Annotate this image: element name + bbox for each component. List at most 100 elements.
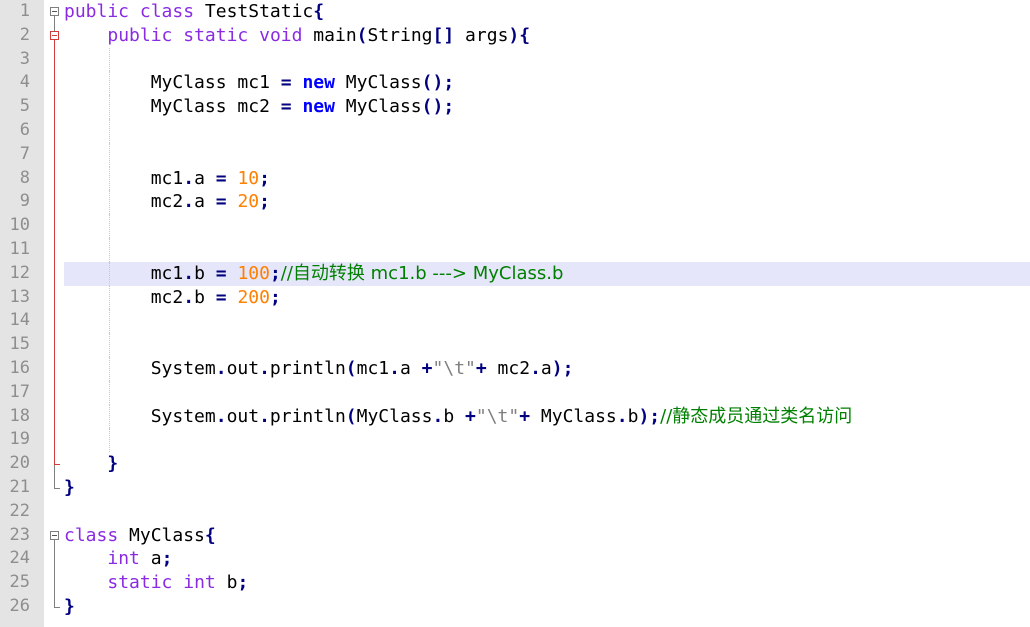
line-number: 2 (19, 24, 30, 45)
code-line[interactable]: 6 (0, 118, 1030, 143)
code-line[interactable]: 13 mc2.b = 200; (0, 285, 1030, 310)
code-token: 200 (237, 286, 270, 308)
code-token: b (215, 572, 238, 594)
code-text: } (64, 595, 75, 619)
code-text: System.out.println(MyClass.b +"\t"+ MyCl… (64, 405, 853, 429)
code-token: println (269, 357, 346, 379)
line-number: 21 (9, 476, 30, 497)
code-token: MyClass (356, 405, 433, 427)
code-token: MyClass mc2 (64, 96, 281, 118)
code-line[interactable]: 1 public class TestStatic{ (0, 0, 1030, 24)
code-token: a (399, 357, 422, 379)
code-line[interactable]: 9 mc2.a = 20; (0, 190, 1030, 215)
code-token: ( (345, 357, 357, 379)
code-token: "\t" (475, 405, 520, 427)
code-line[interactable]: 19 (0, 428, 1030, 453)
code-token: ; (161, 548, 173, 570)
code-token: int (107, 548, 140, 570)
code-line[interactable]: 17 (0, 380, 1030, 405)
code-line[interactable]: 20 } (0, 452, 1030, 476)
code-line[interactable]: 24 int a; (0, 547, 1030, 571)
code-token: . (259, 357, 270, 379)
code-line[interactable]: 14 (0, 309, 1030, 334)
code-token: = (280, 72, 292, 94)
code-line[interactable]: 2 public static void main(String[] args)… (0, 24, 1030, 48)
code-token: ; (259, 191, 270, 213)
code-text: int a; (64, 547, 172, 571)
line-number: 1 (19, 1, 30, 21)
code-token: void (259, 24, 303, 46)
code-token: b (443, 405, 466, 427)
code-token: mc1 (64, 167, 184, 189)
code-token: ); (638, 405, 661, 427)
fold-toggle-icon[interactable] (50, 30, 59, 40)
code-token: } (64, 595, 75, 617)
fold-toggle-icon[interactable] (50, 530, 59, 540)
code-line[interactable]: 3 (0, 47, 1030, 72)
code-line[interactable]: 25 static int b; (0, 571, 1030, 595)
code-token: new (302, 96, 335, 118)
code-token: ); (551, 357, 574, 379)
code-token: . (259, 405, 270, 427)
code-text: System.out.println(mc1.a +"\t"+ mc2.a); (64, 357, 574, 381)
code-line[interactable]: 15 (0, 333, 1030, 357)
code-line[interactable]: 4 MyClass mc1 = new MyClass(); (0, 71, 1030, 96)
line-number: 25 (9, 572, 30, 593)
code-line[interactable]: 16 System.out.println(mc1.a +"\t"+ mc2.a… (0, 356, 1030, 381)
code-text: MyClass mc2 = new MyClass(); (64, 95, 454, 119)
code-token: ; (269, 286, 281, 308)
line-number: 20 (9, 453, 30, 474)
code-line[interactable]: 7 (0, 142, 1030, 167)
indent-guide (109, 333, 111, 357)
code-token: ; (269, 262, 281, 284)
indent-guide (109, 118, 111, 143)
code-token: a (139, 548, 162, 570)
code-token: b (627, 405, 639, 427)
indent-guide (109, 47, 111, 72)
code-token: out (226, 357, 260, 379)
indent-guide (109, 428, 111, 453)
code-token: println (269, 405, 346, 427)
code-line[interactable]: 8 mc1.a = 10; (0, 166, 1030, 191)
code-token: ( (356, 24, 368, 46)
code-token: mc2 (64, 286, 184, 308)
code-token: b (194, 286, 216, 308)
fold-toggle-icon[interactable] (50, 7, 59, 16)
code-line[interactable]: 22 (0, 500, 1030, 524)
fold-line (54, 539, 55, 607)
fold-line (54, 39, 55, 465)
code-token: (); (421, 96, 455, 118)
code-text: mc1.b = 100;//自动转换 mc1.b ---> MyClass.b (64, 262, 564, 286)
code-line[interactable]: 18 System.out.println(MyClass.b +"\t"+ M… (0, 404, 1030, 429)
code-line[interactable]: 21} (0, 476, 1030, 500)
code-editor[interactable]: 1 public class TestStatic{2 public static… (0, 0, 1030, 627)
code-token: out (226, 405, 260, 427)
code-token: . (183, 167, 195, 189)
code-token: 20 (237, 191, 260, 213)
code-token: { (204, 524, 216, 546)
code-text: public class TestStatic{ (64, 0, 324, 24)
line-number: 5 (19, 96, 30, 117)
code-line[interactable]: 10 (0, 214, 1030, 238)
code-text: MyClass mc1 = new MyClass(); (64, 71, 454, 95)
code-line[interactable]: 26} (0, 595, 1030, 619)
code-line[interactable]: 12 mc1.b = 100;//自动转换 mc1.b ---> MyClass… (0, 261, 1030, 286)
code-token: MyClass (118, 524, 205, 546)
code-line[interactable]: 23 class MyClass{ (0, 524, 1030, 548)
code-token: . (389, 357, 400, 379)
code-token: . (215, 405, 227, 427)
code-line[interactable]: 11 (0, 237, 1030, 262)
code-token: int (183, 572, 216, 594)
code-area[interactable]: 1 public class TestStatic{2 public static… (0, 0, 1030, 627)
code-token: "\t" (432, 357, 476, 379)
code-token: + (475, 357, 487, 379)
code-token: MyClass (334, 96, 422, 118)
code-line[interactable]: 5 MyClass mc2 = new MyClass(); (0, 95, 1030, 119)
code-token: static (183, 24, 249, 46)
code-token: . (530, 357, 541, 379)
